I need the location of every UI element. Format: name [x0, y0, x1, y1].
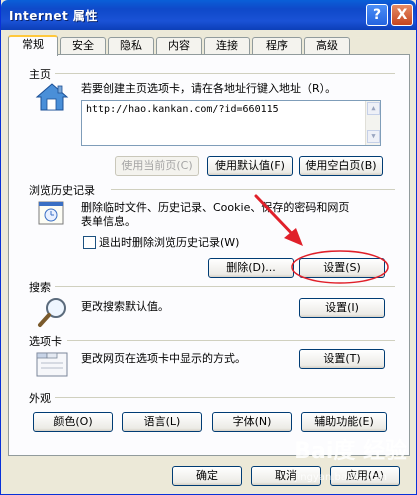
- url-scrollbar[interactable]: ▲ ▼: [365, 101, 380, 145]
- home-page-url-input[interactable]: http://hao.kankan.com/?id=660115 ▲ ▼: [81, 100, 381, 146]
- search-group-title: 搜索: [29, 281, 51, 294]
- divider: [55, 397, 395, 398]
- help-button[interactable]: ?: [366, 4, 388, 26]
- history-group-title: 浏览历史记录: [29, 184, 95, 197]
- divider: [55, 286, 395, 287]
- search-description: 更改搜索默认值。: [81, 300, 169, 313]
- tabs-group-title: 选项卡: [29, 335, 62, 348]
- appearance-group-title: 外观: [29, 392, 51, 405]
- history-description-line1: 删除临时文件、历史记录、Cookie、保存的密码和网页: [81, 201, 350, 214]
- divider: [111, 189, 395, 190]
- title-bar[interactable]: Internet 属性 ? X: [1, 0, 416, 30]
- tabs-icon: [36, 352, 68, 377]
- tab-advanced[interactable]: 高级: [304, 37, 350, 55]
- fonts-button[interactable]: 字体(N): [212, 412, 292, 432]
- scroll-down-icon[interactable]: ▼: [367, 130, 380, 143]
- use-default-button[interactable]: 使用默认值(F): [207, 156, 293, 176]
- history-description-line2: 表单信息。: [81, 215, 136, 228]
- scroll-up-icon[interactable]: ▲: [367, 102, 380, 115]
- tab-programs[interactable]: 程序: [252, 37, 302, 55]
- tab-security[interactable]: 安全: [60, 37, 106, 55]
- delete-on-exit-label: 退出时删除浏览历史记录(W): [99, 236, 240, 249]
- baidu-watermark: Bai度 经验: [294, 439, 407, 464]
- house-icon: [35, 83, 69, 111]
- tab-connections[interactable]: 连接: [204, 37, 250, 55]
- history-settings-button[interactable]: 设置(S): [299, 258, 385, 278]
- tab-content[interactable]: 内容: [156, 37, 202, 55]
- use-current-button[interactable]: 使用当前页(C): [115, 156, 199, 176]
- baidu-watermark-url: jingyan.baidu.com: [294, 472, 387, 483]
- divider: [67, 340, 395, 341]
- ok-button[interactable]: 确定: [172, 466, 242, 486]
- tabs-settings-button[interactable]: 设置(T): [299, 349, 385, 369]
- colors-button[interactable]: 颜色(O): [33, 412, 113, 432]
- home-page-url-value: http://hao.kankan.com/?id=660115: [86, 104, 279, 115]
- home-group-title: 主页: [29, 68, 51, 81]
- tabs-description: 更改网页在选项卡中显示的方式。: [81, 352, 246, 365]
- window-title: Internet 属性: [9, 9, 98, 23]
- languages-button[interactable]: 语言(L): [122, 412, 202, 432]
- delete-history-button[interactable]: 删除(D)...: [208, 258, 294, 278]
- magnifier-icon: [38, 298, 66, 327]
- internet-options-window: Internet 属性 ? X 常规 安全 隐私 内容 连接 程序 高级 主页 …: [0, 0, 417, 495]
- divider: [55, 73, 395, 74]
- tab-privacy[interactable]: 隐私: [108, 37, 154, 55]
- home-description: 若要创建主页选项卡，请在各地址行键入地址（R）。: [81, 82, 337, 95]
- delete-on-exit-checkbox[interactable]: [83, 236, 96, 249]
- tab-general[interactable]: 常规: [8, 35, 58, 56]
- search-settings-button[interactable]: 设置(I): [299, 298, 385, 318]
- close-button[interactable]: X: [391, 4, 413, 26]
- history-icon: [38, 201, 64, 225]
- accessibility-button[interactable]: 辅助功能(E): [301, 412, 387, 432]
- use-blank-button[interactable]: 使用空白页(B): [299, 156, 383, 176]
